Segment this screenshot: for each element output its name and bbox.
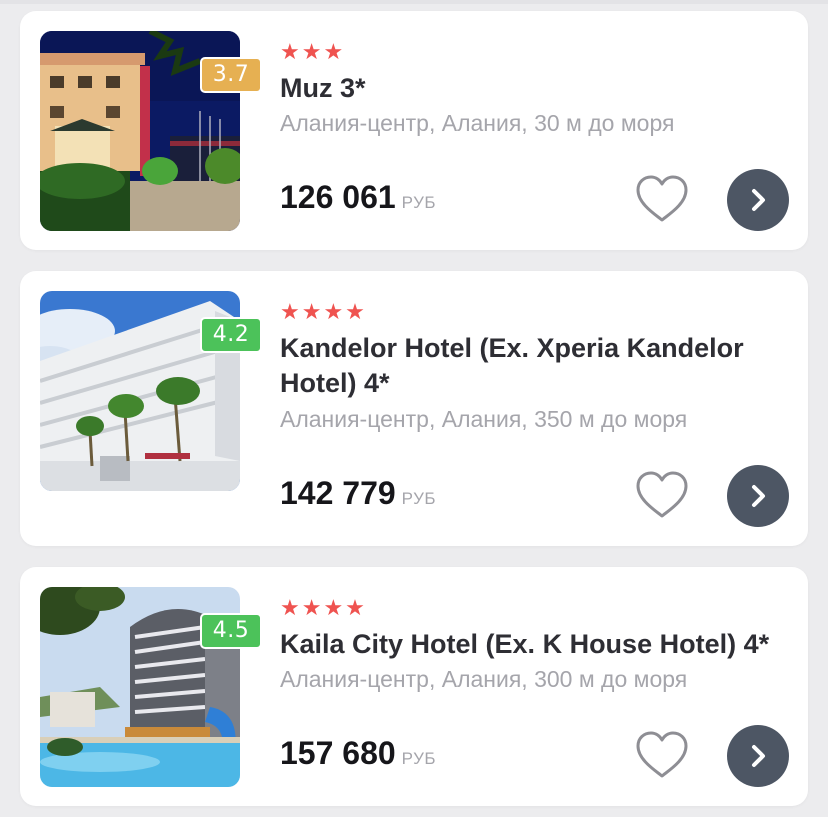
rating-badge: 4.2: [200, 317, 262, 353]
heart-outline-icon: [636, 731, 688, 778]
price-currency: РУБ: [401, 749, 437, 768]
open-hotel-button[interactable]: [727, 465, 789, 527]
price-currency: РУБ: [401, 193, 437, 212]
hotel-card[interactable]: 3.7 ★★★ Muz 3* Алания-центр, Алания, 30 …: [20, 11, 808, 250]
favorite-button[interactable]: [634, 730, 690, 780]
chevron-right-icon: [752, 485, 765, 507]
star-rating: ★★★: [280, 40, 346, 65]
favorite-button[interactable]: [634, 470, 690, 520]
favorite-button[interactable]: [634, 174, 690, 224]
price-amount: 157 680: [280, 735, 396, 771]
price-amount: 126 061: [280, 179, 396, 215]
hotel-card[interactable]: 4.2 ★★★★ Kandelor Hotel (Ex. Xperia Kand…: [20, 271, 808, 546]
hotel-card[interactable]: 4.5 ★★★★ Kaila City Hotel (Ex. K House H…: [20, 567, 808, 806]
hotel-name[interactable]: Muz 3*: [280, 71, 790, 106]
hotel-name[interactable]: Kaila City Hotel (Ex. K House Hotel) 4*: [280, 627, 790, 662]
chevron-right-icon: [752, 189, 765, 211]
price-currency: РУБ: [401, 489, 437, 508]
hotel-list: 3.7 ★★★ Muz 3* Алания-центр, Алания, 30 …: [0, 0, 828, 817]
price-amount: 142 779: [280, 475, 396, 511]
hotel-price: 157 680 РУБ: [280, 735, 436, 772]
heart-outline-icon: [636, 471, 688, 518]
hotel-location: Алания-центр, Алания, 350 м до моря: [280, 406, 688, 432]
previous-card-edge: [0, 0, 828, 4]
star-rating: ★★★★: [280, 596, 367, 621]
rating-badge: 3.7: [200, 57, 262, 93]
heart-outline-icon: [636, 175, 688, 222]
rating-badge: 4.5: [200, 613, 262, 649]
star-rating: ★★★★: [280, 300, 367, 325]
chevron-right-icon: [752, 745, 765, 767]
hotel-price: 126 061 РУБ: [280, 179, 436, 216]
hotel-price: 142 779 РУБ: [280, 475, 436, 512]
open-hotel-button[interactable]: [727, 169, 789, 231]
hotel-location: Алания-центр, Алания, 300 м до моря: [280, 666, 688, 692]
hotel-location: Алания-центр, Алания, 30 м до моря: [280, 110, 675, 136]
open-hotel-button[interactable]: [727, 725, 789, 787]
hotel-name[interactable]: Kandelor Hotel (Ex. Xperia Kandelor Hote…: [280, 331, 790, 401]
